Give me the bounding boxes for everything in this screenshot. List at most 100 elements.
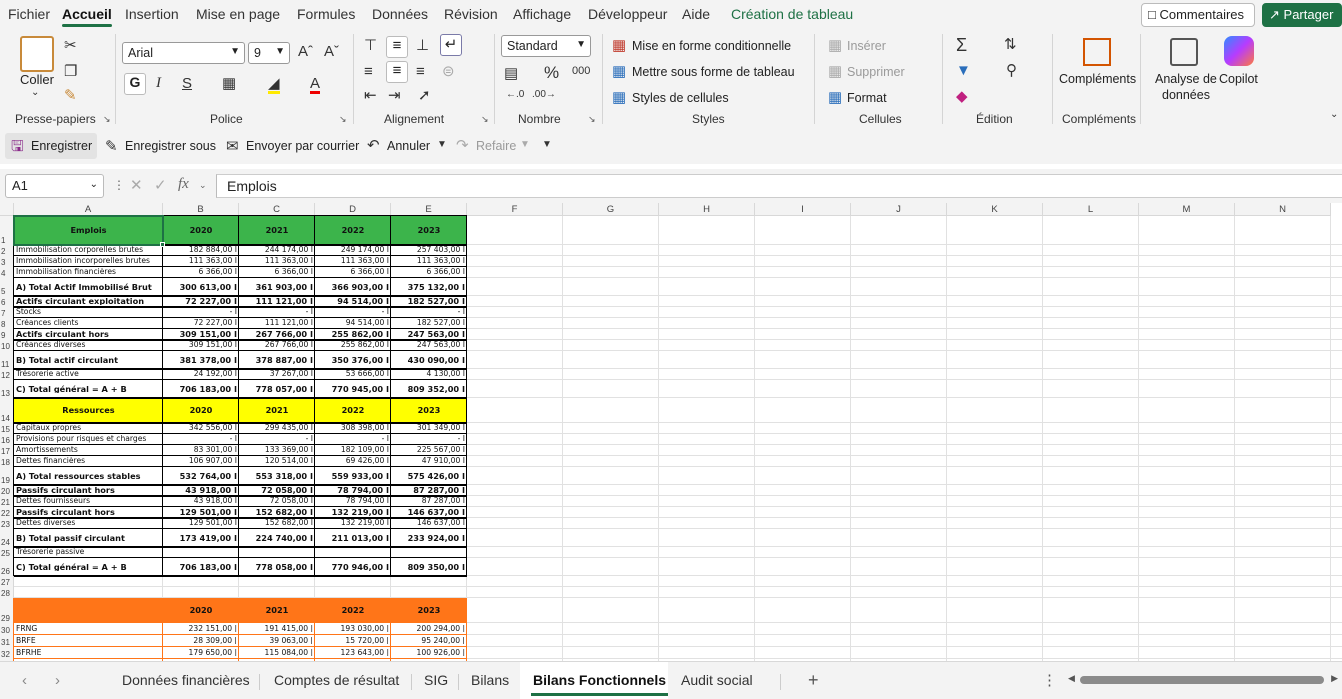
- value-cell[interactable]: 191 415,00 |: [239, 625, 315, 633]
- fill-icon[interactable]: ▼: [956, 63, 971, 78]
- number-format-select[interactable]: Standard ▼: [501, 35, 591, 57]
- value-cell[interactable]: 87 287,00 I: [391, 497, 467, 505]
- value-cell[interactable]: 24 192,00 I: [163, 370, 239, 378]
- row-label[interactable]: Passifs circulant hors: [14, 486, 163, 494]
- value-cell[interactable]: 129 501,00 I: [163, 519, 239, 527]
- row-label[interactable]: A) Total Actif Immobilisé Brut: [14, 283, 163, 291]
- sheet-tab-comptes-de-resultat[interactable]: Comptes de résultat: [274, 672, 399, 688]
- paste-label[interactable]: Coller: [20, 72, 54, 87]
- row-header-2[interactable]: 2: [0, 245, 14, 256]
- tab-fichier[interactable]: Fichier: [8, 6, 50, 22]
- row-label[interactable]: Trésorerie active: [14, 370, 163, 378]
- add-sheet-icon[interactable]: +: [808, 671, 819, 689]
- value-cell[interactable]: 247 563,00 I: [391, 330, 467, 338]
- align-left-icon[interactable]: ≡: [364, 64, 373, 79]
- row-header-8[interactable]: 8: [0, 318, 14, 329]
- fill-handle[interactable]: [160, 242, 165, 247]
- add-ins-button[interactable]: Compléments: [1059, 72, 1136, 86]
- value-cell[interactable]: 111 363,00 I: [391, 257, 467, 265]
- value-cell[interactable]: 39 063,00 |: [239, 637, 315, 645]
- borders-icon[interactable]: ▦: [222, 76, 236, 91]
- undo-icon[interactable]: ↶: [367, 138, 380, 153]
- value-cell[interactable]: 770 946,00 I: [315, 563, 391, 571]
- analyze-data-label-2[interactable]: données: [1162, 88, 1210, 102]
- align-top-icon[interactable]: ⊤: [364, 38, 377, 53]
- value-cell[interactable]: 83 301,00 I: [163, 446, 239, 454]
- row-header-6[interactable]: 6: [0, 296, 14, 307]
- value-cell[interactable]: 553 318,00 I: [239, 472, 315, 480]
- value-cell[interactable]: 350 376,00 I: [315, 356, 391, 364]
- value-cell[interactable]: 106 907,00 I: [163, 457, 239, 465]
- value-cell[interactable]: 94 514,00 I: [315, 297, 391, 305]
- row-header-21[interactable]: 21: [0, 496, 14, 507]
- row-header-16[interactable]: 16: [0, 434, 14, 445]
- value-cell[interactable]: 2021: [239, 226, 315, 234]
- tab-mise-en-page[interactable]: Mise en page: [196, 6, 280, 22]
- conditional-format-button[interactable]: Mise en forme conditionnelle: [632, 39, 791, 53]
- sheet-tab-bilans-fonctionnels[interactable]: Bilans Fonctionnels: [530, 672, 669, 696]
- insert-function-icon[interactable]: fx: [178, 177, 189, 192]
- sheet-tab-audit-social[interactable]: Audit social: [681, 672, 753, 688]
- row-label[interactable]: Créances clients: [14, 319, 163, 327]
- row-header-17[interactable]: 17: [0, 445, 14, 456]
- row-label[interactable]: Dettes fournisseurs: [14, 497, 163, 505]
- value-cell[interactable]: 43 918,00 I: [163, 497, 239, 505]
- copilot-button[interactable]: Copilot: [1219, 72, 1258, 86]
- value-cell[interactable]: 575 426,00 I: [391, 472, 467, 480]
- insert-cells-icon[interactable]: ▦: [828, 38, 842, 53]
- row-header-11[interactable]: 11: [0, 351, 14, 369]
- value-cell[interactable]: 182 527,00 I: [391, 297, 467, 305]
- value-cell[interactable]: - I: [315, 435, 391, 443]
- value-cell[interactable]: 247 563,00 I: [391, 341, 467, 349]
- row-header-5[interactable]: 5: [0, 278, 14, 296]
- format-painter-icon[interactable]: ✎: [64, 88, 77, 103]
- value-cell[interactable]: 224 740,00 I: [239, 534, 315, 542]
- decrease-indent-icon[interactable]: ⇤: [364, 88, 377, 103]
- align-middle-icon[interactable]: ≡: [386, 36, 408, 58]
- column-header-h[interactable]: H: [659, 203, 755, 216]
- find-select-icon[interactable]: ⚲: [1006, 63, 1017, 78]
- row-label[interactable]: FRNG: [14, 625, 163, 633]
- enter-icon[interactable]: ✓: [154, 178, 167, 193]
- value-cell[interactable]: 111 121,00 I: [239, 319, 315, 327]
- tab-revision[interactable]: Révision: [444, 6, 498, 22]
- value-cell[interactable]: 111 363,00 I: [315, 257, 391, 265]
- scroll-left-icon[interactable]: ◀: [1068, 673, 1075, 684]
- tab-aide[interactable]: Aide: [682, 6, 710, 22]
- select-all-corner[interactable]: [0, 203, 14, 216]
- value-cell[interactable]: 111 121,00 I: [239, 297, 315, 305]
- value-cell[interactable]: 809 352,00 I: [391, 385, 467, 393]
- value-cell[interactable]: 2022: [315, 226, 391, 234]
- row-label[interactable]: C) Total général = A + B: [14, 385, 163, 393]
- dialog-launcher-icon[interactable]: ↘: [339, 114, 347, 125]
- value-cell[interactable]: 132 219,00 I: [315, 519, 391, 527]
- value-cell[interactable]: 2021: [239, 606, 315, 614]
- value-cell[interactable]: 381 378,00 I: [163, 356, 239, 364]
- column-header-j[interactable]: J: [851, 203, 947, 216]
- row-label[interactable]: C) Total général = A + B: [14, 563, 163, 571]
- value-cell[interactable]: 15 720,00 |: [315, 637, 391, 645]
- column-header-k[interactable]: K: [947, 203, 1043, 216]
- value-cell[interactable]: 2020: [163, 606, 239, 614]
- row-header-24[interactable]: 24: [0, 529, 14, 547]
- value-cell[interactable]: 375 132,00 I: [391, 283, 467, 291]
- sheet-tab-bilans[interactable]: Bilans: [471, 672, 509, 688]
- scroll-right-icon[interactable]: ▶: [1331, 673, 1338, 684]
- chevron-down-icon[interactable]: ▼: [437, 140, 447, 150]
- bold-button[interactable]: G: [124, 73, 146, 95]
- cell-styles-icon[interactable]: ▦: [612, 90, 626, 105]
- tab-donnees[interactable]: Données: [372, 6, 428, 22]
- value-cell[interactable]: 111 363,00 I: [163, 257, 239, 265]
- tab-creation-de-tableau[interactable]: Création de tableau: [731, 6, 853, 22]
- value-cell[interactable]: 182 109,00 I: [315, 446, 391, 454]
- value-cell[interactable]: 378 887,00 I: [239, 356, 315, 364]
- horizontal-scrollbar[interactable]: ◀ ▶: [1068, 673, 1338, 685]
- row-label[interactable]: Immobilisation incorporelles brutes: [14, 257, 163, 265]
- value-cell[interactable]: 152 682,00 I: [239, 519, 315, 527]
- row-label[interactable]: BRFE: [14, 637, 163, 645]
- clear-icon[interactable]: ◆: [956, 89, 968, 104]
- value-cell[interactable]: - I: [163, 435, 239, 443]
- value-cell[interactable]: 152 682,00 I: [239, 508, 315, 516]
- tab-formules[interactable]: Formules: [297, 6, 355, 22]
- column-header-n[interactable]: N: [1235, 203, 1331, 216]
